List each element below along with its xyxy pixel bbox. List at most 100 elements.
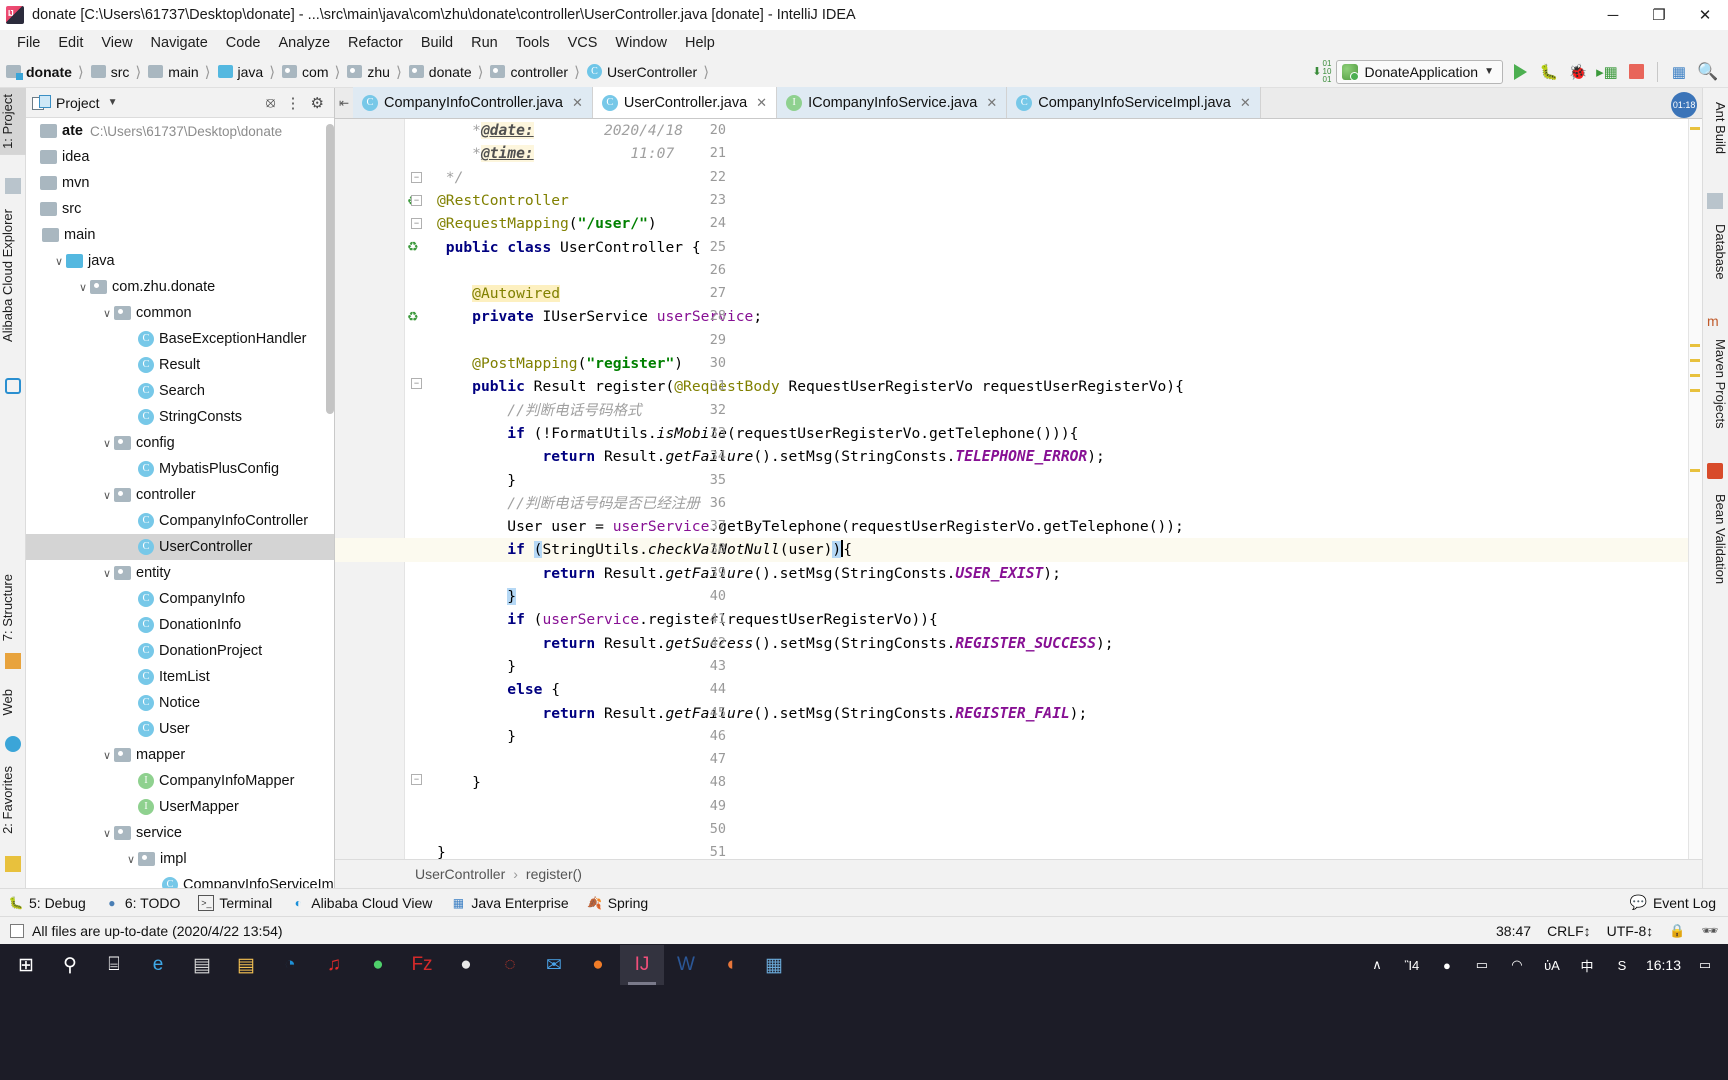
code-line[interactable]: if (StringUtils.checkValNotNull(user)){ <box>437 538 1728 561</box>
code-line[interactable]: *@time: 11:07 <box>437 142 1728 165</box>
filezilla-icon[interactable]: Fz <box>400 945 444 985</box>
sidebar-item-bean-validation[interactable]: Bean Validation <box>1702 488 1728 590</box>
menu-analyze[interactable]: Analyze <box>269 33 339 53</box>
layout-icon[interactable]: ▦ <box>1667 60 1691 84</box>
tab-usercontroller[interactable]: C UserController.java ✕ <box>592 87 778 118</box>
code-line[interactable] <box>437 259 1728 282</box>
stop-button[interactable] <box>1624 60 1648 84</box>
profile-button[interactable]: 🐞 <box>1566 60 1590 84</box>
tree-expand-arrow[interactable]: ∨ <box>124 853 138 866</box>
line-separator[interactable]: CRLF↕ <box>1547 923 1591 939</box>
code-line[interactable]: } <box>437 841 1728 859</box>
code-text-area[interactable]: *@date: 2020/4/18 *@time: 11:07 */@RestC… <box>335 119 1728 859</box>
tab-icompanyinfoservice[interactable]: I ICompanyInfoService.java ✕ <box>777 87 1008 118</box>
tree-row[interactable]: ∨I UserMapper <box>26 794 334 820</box>
breadcrumb-controller[interactable]: controller <box>490 64 571 80</box>
tree-row[interactable]: ∨C Notice <box>26 690 334 716</box>
close-icon[interactable]: ✕ <box>986 95 997 111</box>
tree-row[interactable]: ∨C CompanyInfoController <box>26 508 334 534</box>
firefox-icon[interactable]: ◖ <box>708 945 752 985</box>
tree-row[interactable]: ∨C BaseExceptionHandler <box>26 326 334 352</box>
word-icon[interactable]: W <box>664 945 708 985</box>
event-log-button[interactable]: 💬 Event Log <box>1630 894 1728 911</box>
sidebar-item-favorites[interactable]: 2: Favorites <box>0 760 26 840</box>
tree-row[interactable]: ∨C ItemList <box>26 664 334 690</box>
code-line[interactable]: public class UserController { <box>437 236 1728 259</box>
menu-code[interactable]: Code <box>217 33 270 53</box>
code-line[interactable]: //判断电话号码是否已经注册 <box>437 492 1728 515</box>
ime-icon[interactable]: 中 <box>1576 954 1598 976</box>
close-icon[interactable]: ✕ <box>1240 95 1251 111</box>
notification-icon[interactable]: ▭ <box>1694 954 1716 976</box>
code-line[interactable]: @RestController <box>437 189 1728 212</box>
code-line[interactable]: return Result.getFailure().setMsg(String… <box>437 445 1728 468</box>
tree-expand-arrow[interactable]: ∨ <box>100 437 114 450</box>
breadcrumb-class[interactable]: UserController <box>415 866 505 882</box>
tree-row[interactable]: ∨ entity <box>26 560 334 586</box>
tree-row[interactable]: ∨ common <box>26 300 334 326</box>
breadcrumb-method[interactable]: register() <box>526 866 582 882</box>
search-icon[interactable]: ⚲ <box>48 945 92 985</box>
code-line[interactable]: @Autowired <box>437 282 1728 305</box>
code-line[interactable]: @PostMapping("register") <box>437 352 1728 375</box>
code-line[interactable]: return Result.getSuccess().setMsg(String… <box>437 632 1728 655</box>
menu-refactor[interactable]: Refactor <box>339 33 412 53</box>
microphone-icon[interactable]: Ἲ4 <box>1401 954 1423 976</box>
inspector-icon[interactable]: 🕶 <box>1701 923 1718 939</box>
edge-icon[interactable]: e <box>136 945 180 985</box>
tree-row[interactable]: ∨ impl <box>26 846 334 872</box>
snail-icon[interactable]: ◌ <box>488 945 532 985</box>
project-tree[interactable]: ∨ ate C:\Users\61737\Desktop\donate ∨ idea ∨ m… <box>26 118 334 888</box>
sidebar-item-web[interactable]: Web <box>0 683 26 722</box>
tree-expand-arrow[interactable]: ∨ <box>52 255 66 268</box>
fold-marker[interactable]: − <box>411 172 422 183</box>
code-line[interactable]: return Result.getFailure().setMsg(String… <box>437 702 1728 725</box>
tree-row[interactable]: ∨C Search <box>26 378 334 404</box>
menu-run[interactable]: Run <box>462 33 507 53</box>
stripe-warning-mark[interactable] <box>1690 127 1700 130</box>
wechat-icon[interactable]: ● <box>356 945 400 985</box>
sidebar-item-project[interactable]: 1: Project <box>0 88 26 155</box>
menu-navigate[interactable]: Navigate <box>142 33 217 53</box>
sidebar-item-alibaba-cloud-explorer[interactable]: Alibaba Cloud Explorer <box>0 203 26 348</box>
run-configuration-selector[interactable]: DonateApplication ▼ <box>1336 59 1503 84</box>
close-icon[interactable]: ✕ <box>572 95 583 111</box>
taskbar-clock[interactable]: 16:13 <box>1646 957 1681 973</box>
fold-marker[interactable]: − <box>411 774 422 785</box>
breadcrumb-src[interactable]: src <box>90 64 133 80</box>
gutter-bean-icon[interactable]: ♻ <box>407 308 421 324</box>
update-project-icon[interactable]: ⬇ 01 10 01 <box>1312 59 1331 84</box>
gear-icon[interactable]: ⚙ <box>311 94 324 112</box>
editor-fold-gutter[interactable] <box>405 119 437 859</box>
editor-gutter[interactable] <box>335 119 405 859</box>
tree-expand-arrow[interactable]: ∨ <box>100 307 114 320</box>
tree-expand-arrow[interactable]: ∨ <box>100 489 114 502</box>
caret-position[interactable]: 38:47 <box>1496 923 1531 939</box>
tree-row[interactable]: ∨C DonationInfo <box>26 612 334 638</box>
close-button[interactable]: ✕ <box>1682 0 1728 30</box>
app-icon[interactable]: ▦ <box>752 945 796 985</box>
breadcrumb-java[interactable]: java <box>217 64 267 80</box>
tree-row[interactable]: ∨C UserController <box>26 534 334 560</box>
tree-row[interactable]: ∨C CompanyInfo <box>26 586 334 612</box>
tree-expand-arrow[interactable]: ∨ <box>100 567 114 580</box>
tree-row[interactable]: ∨ idea <box>26 144 334 170</box>
sidebar-item-database[interactable]: Database <box>1702 218 1728 286</box>
code-line[interactable]: User user = userService.getByTelephone(r… <box>437 515 1728 538</box>
tree-row[interactable]: ∨ service <box>26 820 334 846</box>
tree-row[interactable]: ∨I CompanyInfoMapper <box>26 768 334 794</box>
netease-music-icon[interactable]: ♫ <box>312 945 356 985</box>
menu-edit[interactable]: Edit <box>49 33 92 53</box>
bottom-tab-todo[interactable]: ● 6: TODO <box>104 895 180 911</box>
tree-row[interactable]: ∨C StringConsts <box>26 404 334 430</box>
code-line[interactable]: //判断电话号码格式 <box>437 399 1728 422</box>
search-everywhere-icon[interactable]: 🔍 <box>1696 60 1720 84</box>
tree-row[interactable]: ∨ ate C:\Users\61737\Desktop\donate <box>26 118 334 144</box>
code-line[interactable]: @RequestMapping("/user/") <box>437 212 1728 235</box>
intellij-idea-icon[interactable]: IJ <box>620 945 664 985</box>
menu-file[interactable]: File <box>8 33 49 53</box>
tree-row[interactable]: ∨ java <box>26 248 334 274</box>
code-line[interactable] <box>437 748 1728 771</box>
clementine-icon[interactable]: ● <box>576 945 620 985</box>
bottom-tab-debug[interactable]: 🐛 5: Debug <box>8 895 86 911</box>
